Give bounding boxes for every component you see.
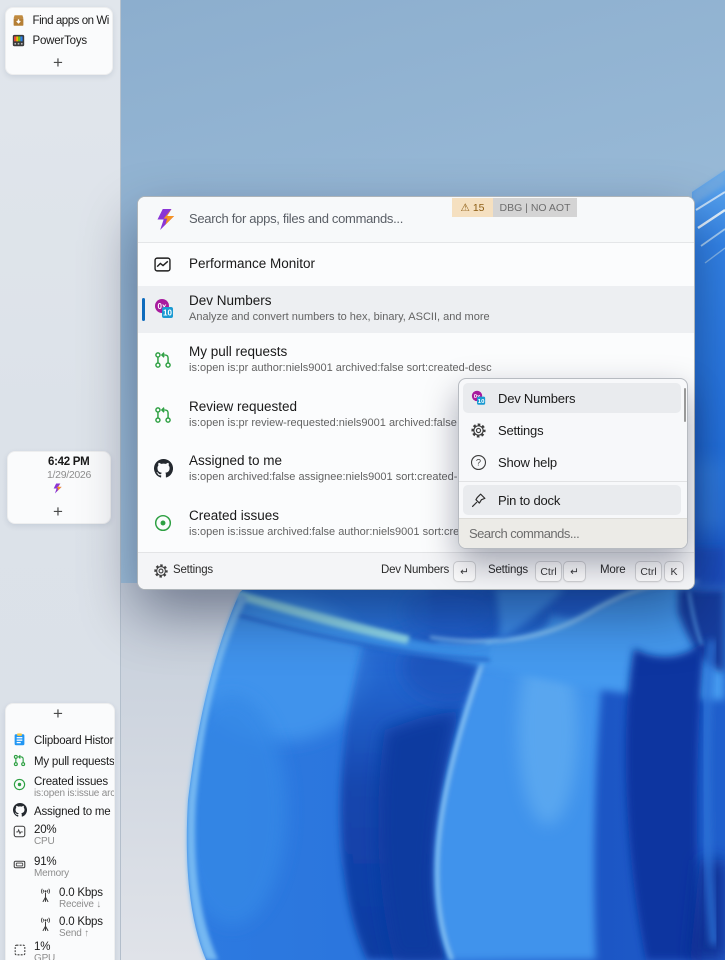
svg-text:10: 10 bbox=[163, 309, 172, 318]
svg-text:?: ? bbox=[476, 457, 481, 467]
svg-text:10: 10 bbox=[478, 398, 485, 404]
